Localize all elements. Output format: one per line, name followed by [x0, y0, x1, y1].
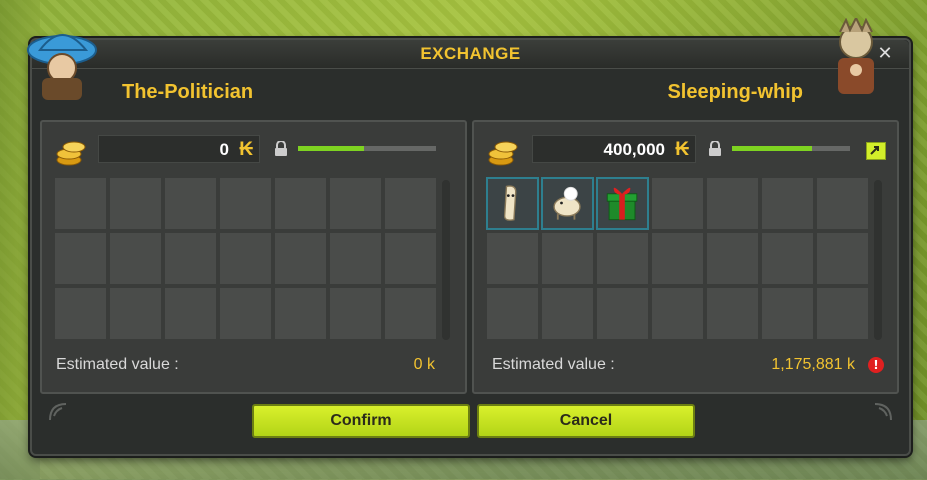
left-estimated-value: 0 k	[413, 356, 435, 373]
inventory-slot[interactable]	[219, 177, 272, 230]
left-player-avatar	[27, 34, 97, 100]
right-grid-scrollbar[interactable]	[874, 180, 882, 340]
left-progress-bar	[298, 146, 436, 151]
inventory-slot[interactable]	[384, 232, 437, 285]
right-kamas-value: 400,000	[603, 140, 665, 159]
ornament-icon	[49, 403, 67, 421]
inventory-slot[interactable]	[486, 232, 539, 285]
right-item-grid	[486, 177, 869, 340]
swap-icon[interactable]	[866, 142, 886, 160]
inventory-slot[interactable]	[54, 287, 107, 340]
inventory-slot[interactable]	[596, 177, 649, 230]
right-trade-panel: 400,000 ₭ Estimated value : 1,175,881 k …	[472, 120, 899, 394]
right-progress-bar	[732, 146, 850, 151]
inventory-slot[interactable]	[761, 287, 814, 340]
inventory-slot[interactable]	[164, 232, 217, 285]
players-header: The-Politician Sleeping-whip	[27, 18, 901, 116]
inventory-slot[interactable]	[486, 177, 539, 230]
inventory-slot[interactable]	[541, 232, 594, 285]
inventory-slot[interactable]	[706, 177, 759, 230]
window-title: EXCHANGE	[420, 44, 521, 63]
inventory-slot[interactable]	[54, 177, 107, 230]
inventory-slot[interactable]	[274, 232, 327, 285]
right-estimated-value: 1,175,881 k	[771, 356, 855, 373]
lock-icon	[709, 141, 721, 156]
warning-icon[interactable]: !	[868, 357, 884, 373]
inventory-slot[interactable]	[816, 232, 869, 285]
inventory-slot[interactable]	[384, 287, 437, 340]
lock-icon[interactable]	[274, 141, 288, 157]
inventory-slot[interactable]	[54, 232, 107, 285]
inventory-slot[interactable]	[816, 287, 869, 340]
inventory-slot[interactable]	[384, 177, 437, 230]
right-estimated-label: Estimated value :	[492, 356, 615, 373]
inventory-slot[interactable]	[816, 177, 869, 230]
inventory-slot[interactable]	[164, 287, 217, 340]
inventory-slot[interactable]	[164, 177, 217, 230]
left-kamas-value: 0	[219, 140, 229, 159]
right-kamas-field: 400,000 ₭	[532, 135, 696, 163]
right-player-avatar	[838, 18, 874, 94]
confirm-button[interactable]: Confirm	[252, 404, 470, 438]
cancel-button[interactable]: Cancel	[477, 404, 695, 438]
right-player-name: Sleeping-whip	[667, 81, 803, 103]
inventory-slot[interactable]	[596, 232, 649, 285]
inventory-slot[interactable]	[274, 287, 327, 340]
exchange-window: EXCHANGE ✕ The-Politician Sleeping-whip …	[27, 18, 911, 456]
inventory-slot[interactable]	[651, 232, 704, 285]
inventory-slot[interactable]	[706, 232, 759, 285]
inventory-slot[interactable]	[596, 287, 649, 340]
inventory-slot[interactable]	[541, 177, 594, 230]
inventory-slot[interactable]	[651, 287, 704, 340]
inventory-slot[interactable]	[329, 177, 382, 230]
left-player-name: The-Politician	[122, 81, 254, 103]
left-item-grid	[54, 177, 437, 340]
ornament-icon	[874, 403, 892, 421]
kamas-icon: ₭	[239, 139, 253, 160]
scroll-item-icon	[488, 185, 537, 232]
left-progress-fill	[298, 146, 365, 151]
inventory-slot[interactable]	[706, 287, 759, 340]
left-trade-panel: 0 ₭ Estimated value : 0 k	[40, 120, 467, 394]
left-kamas-field[interactable]: 0 ₭	[98, 135, 260, 163]
coins-icon	[56, 141, 86, 166]
inventory-slot[interactable]	[219, 232, 272, 285]
inventory-slot[interactable]	[761, 177, 814, 230]
inventory-slot[interactable]	[761, 232, 814, 285]
action-bar: Confirm Cancel	[40, 392, 901, 448]
gift-box-item-icon	[598, 187, 647, 232]
inventory-slot[interactable]	[329, 287, 382, 340]
pet-item-icon	[543, 186, 592, 232]
inventory-slot[interactable]	[541, 287, 594, 340]
inventory-slot[interactable]	[109, 287, 162, 340]
inventory-slot[interactable]	[651, 177, 704, 230]
inventory-slot[interactable]	[329, 232, 382, 285]
title-bar[interactable]: EXCHANGE ✕	[32, 40, 909, 69]
right-progress-fill	[732, 146, 813, 151]
inventory-slot[interactable]	[486, 287, 539, 340]
coins-icon	[488, 141, 518, 166]
inventory-slot[interactable]	[109, 177, 162, 230]
left-grid-scrollbar[interactable]	[442, 180, 450, 340]
left-estimated-label: Estimated value :	[56, 356, 179, 373]
inventory-slot[interactable]	[274, 177, 327, 230]
kamas-icon: ₭	[675, 139, 689, 160]
inventory-slot[interactable]	[219, 287, 272, 340]
inventory-slot[interactable]	[109, 232, 162, 285]
